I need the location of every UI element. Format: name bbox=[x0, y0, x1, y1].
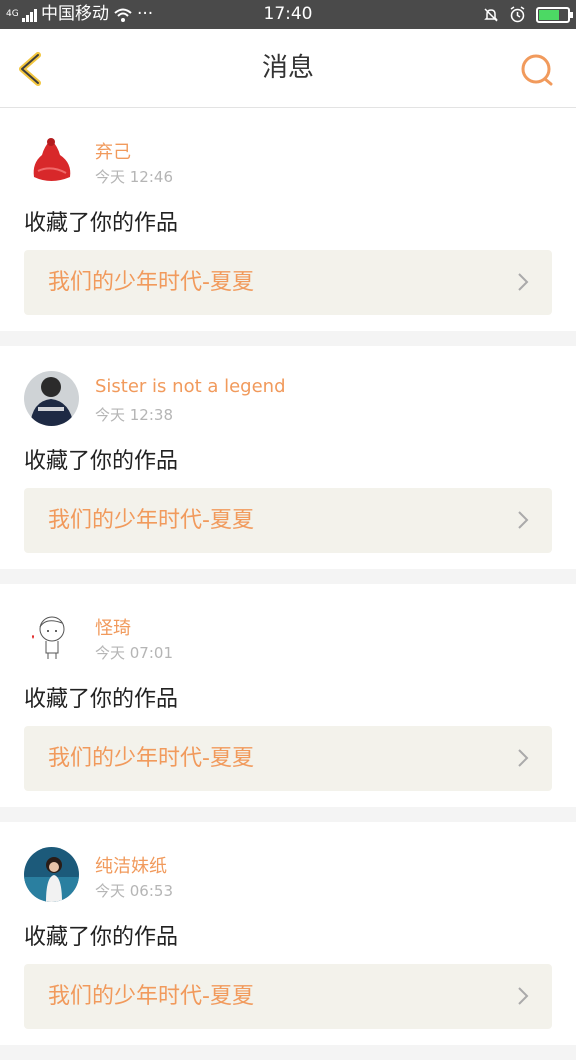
message-card: 弃己 今天 12:46 收藏了你的作品 我们的少年时代-夏夏 bbox=[0, 108, 576, 331]
status-bar: 4G 中国移动 ··· 17:40 bbox=[0, 0, 576, 29]
work-link[interactable]: 我们的少年时代-夏夏 bbox=[24, 726, 552, 791]
work-link[interactable]: 我们的少年时代-夏夏 bbox=[24, 250, 552, 315]
work-link[interactable]: 我们的少年时代-夏夏 bbox=[24, 964, 552, 1029]
action-text: 收藏了你的作品 bbox=[24, 449, 179, 474]
action-text: 收藏了你的作品 bbox=[24, 687, 179, 712]
work-title: 我们的少年时代-夏夏 bbox=[48, 270, 254, 295]
timestamp: 今天 12:46 bbox=[95, 168, 173, 186]
nav-bar: 消息 bbox=[0, 29, 576, 108]
alarm-icon bbox=[510, 6, 525, 23]
message-card: Sister is not a legend 今天 12:38 收藏了你的作品 … bbox=[0, 346, 576, 569]
username[interactable]: 怪琦 bbox=[95, 614, 131, 640]
timestamp: 今天 06:53 bbox=[95, 882, 173, 900]
status-right bbox=[483, 0, 573, 29]
message-list: 弃己 今天 12:46 收藏了你的作品 我们的少年时代-夏夏 Sister is… bbox=[0, 108, 576, 1060]
work-title: 我们的少年时代-夏夏 bbox=[48, 746, 254, 771]
work-link[interactable]: 我们的少年时代-夏夏 bbox=[24, 488, 552, 553]
action-text: 收藏了你的作品 bbox=[24, 925, 179, 950]
chevron-right-icon bbox=[518, 273, 529, 291]
timestamp: 今天 07:01 bbox=[95, 644, 173, 662]
message-card: 纯洁妹纸 今天 06:53 收藏了你的作品 我们的少年时代-夏夏 bbox=[0, 822, 576, 1045]
timestamp: 今天 12:38 bbox=[95, 406, 173, 424]
username[interactable]: 弃己 bbox=[95, 138, 131, 164]
chevron-right-icon bbox=[518, 987, 529, 1005]
avatar[interactable] bbox=[24, 847, 79, 902]
action-text: 收藏了你的作品 bbox=[24, 211, 179, 236]
page-title: 消息 bbox=[261, 53, 314, 83]
username[interactable]: Sister is not a legend bbox=[95, 376, 286, 397]
message-card: 怪琦 今天 07:01 收藏了你的作品 我们的少年时代-夏夏 bbox=[0, 584, 576, 807]
avatar[interactable] bbox=[24, 609, 79, 664]
work-title: 我们的少年时代-夏夏 bbox=[48, 984, 254, 1009]
avatar[interactable] bbox=[24, 371, 79, 426]
username[interactable]: 纯洁妹纸 bbox=[95, 852, 167, 878]
search-icon[interactable] bbox=[520, 53, 556, 89]
chevron-right-icon bbox=[518, 511, 529, 529]
battery-icon bbox=[536, 6, 573, 23]
mute-bell-icon bbox=[484, 7, 498, 22]
chevron-right-icon bbox=[518, 749, 529, 767]
avatar[interactable] bbox=[24, 133, 79, 188]
work-title: 我们的少年时代-夏夏 bbox=[48, 508, 254, 533]
